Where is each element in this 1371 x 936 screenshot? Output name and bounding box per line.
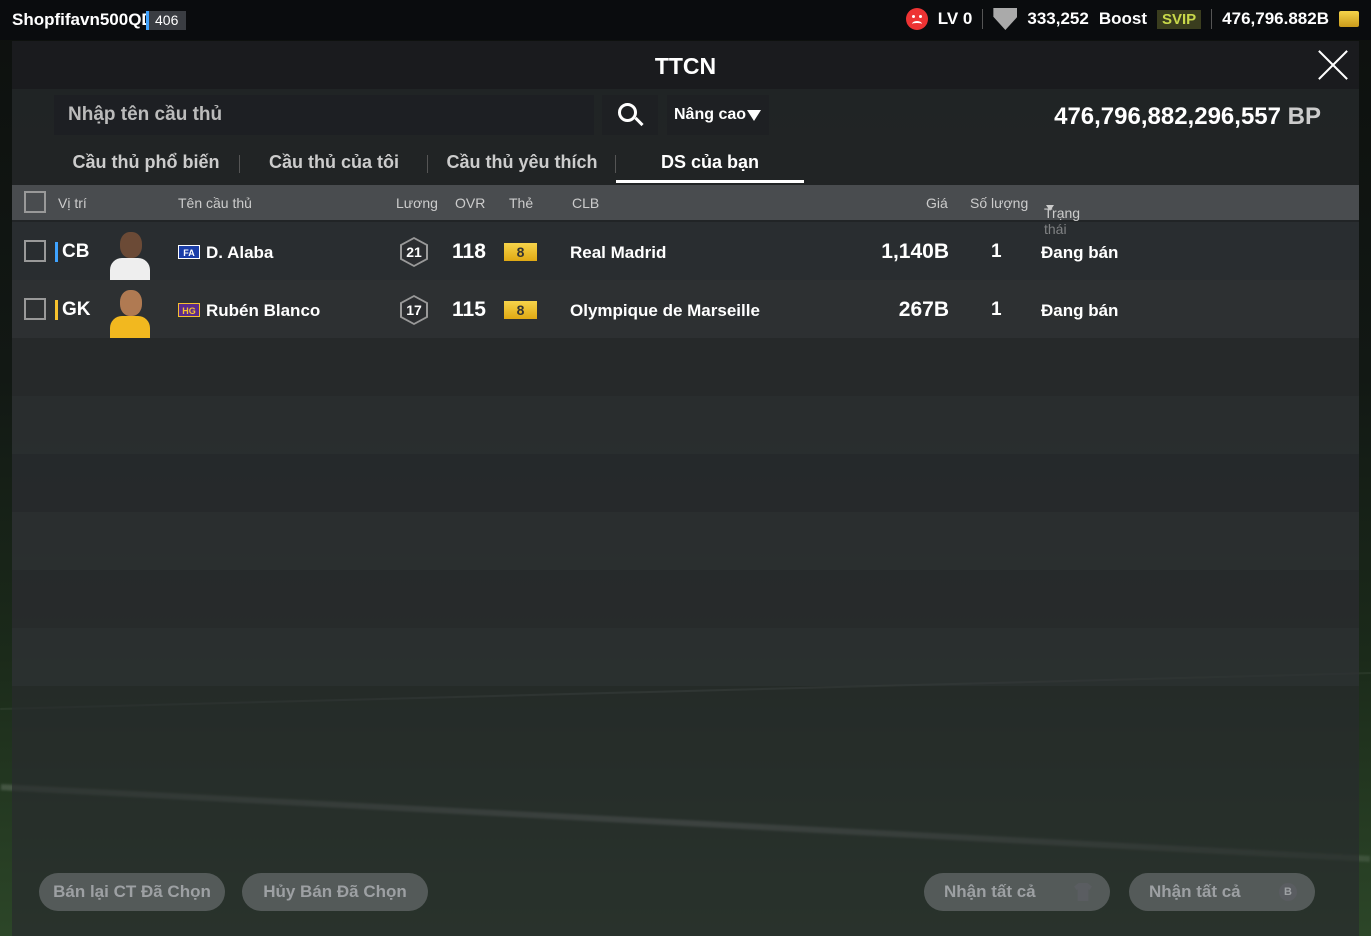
listing-status: Đang bán [1041,301,1119,320]
player-avatar [108,288,152,338]
user-level-badge: 406 [146,11,187,30]
row-checkbox[interactable] [24,240,46,262]
col-card[interactable]: Thẻ [509,195,533,211]
modal-title: TTCN [654,53,717,79]
player-club: Real Madrid [570,243,667,262]
coin-balance: 476,796.882B [1222,9,1329,28]
claim-all-items-button[interactable]: Nhận tất cả [924,873,1110,911]
empty-row [12,512,1359,570]
player-search-input[interactable] [54,95,594,135]
listing-status: Đang bán [1041,243,1119,262]
col-price[interactable]: Giá [926,195,948,211]
empty-row [12,338,1359,396]
player-ovr: 118 [452,240,486,263]
table-row[interactable]: GK HG Rubén Blanco 17 115 8 Olympique de… [12,280,1359,338]
avatar-head [120,290,142,316]
listing-quantity: 1 [991,241,1002,262]
username: Shopfifavn500QD [12,10,154,29]
col-salary[interactable]: Lương [396,195,438,211]
row-checkbox[interactable] [24,298,46,320]
tab-popular-players[interactable]: Cầu thủ phổ biến [52,147,240,183]
advanced-filter-label: Nâng cao [674,106,747,123]
empty-row [12,396,1359,454]
season-badge-icon: FA [178,245,200,259]
search-icon-handle [634,116,644,127]
salary-badge: 21 [400,237,428,267]
boost-label: Boost [1098,9,1147,28]
tab-label: Cầu thủ yêu thích [446,152,598,172]
lv-label: LV 0 [937,9,973,28]
svip-badge[interactable]: SVIP [1156,9,1202,29]
player-name: D. Alaba [206,243,274,262]
search-button[interactable] [602,95,658,135]
col-ovr[interactable]: OVR [455,195,485,211]
col-name[interactable]: Tên cầu thủ [178,195,252,211]
tab-my-listings[interactable]: DS của bạn [616,147,804,183]
bp-amount: 476,796,882,296,557 [1054,103,1281,130]
claim-all-bp-label: Nhận tất cả [1149,882,1241,901]
coin-icon[interactable] [1339,11,1359,27]
tab-label: Cầu thủ của tôi [269,152,399,172]
advanced-filter-dropdown[interactable]: Nâng cao [667,95,769,135]
tab-bar: Cầu thủ phổ biến Cầu thủ của tôi Cầu thủ… [52,147,804,183]
active-tab-indicator [616,180,804,183]
chevron-down-icon [747,110,761,121]
bp-balance: 476,796,882,296,557 BP [1054,103,1321,131]
listing-quantity: 1 [991,299,1002,320]
divider [1211,9,1213,29]
sad-face-icon [905,8,928,30]
sort-down-icon [1046,205,1054,211]
player-position: GK [55,300,91,320]
divider [982,9,984,29]
close-icon[interactable] [1317,49,1349,81]
player-name: Rubén Blanco [206,301,321,320]
listing-price: 1,140B [881,240,949,263]
modal-header: TTCN [12,41,1359,89]
col-quantity[interactable]: Số lượng [970,195,1028,211]
claim-all-bp-button[interactable]: Nhận tất cả [1129,873,1315,911]
listing-price: 267B [898,298,949,321]
transfer-market-modal: TTCN Nâng cao 476,796,882,296,557 BP Cầu… [12,41,1359,936]
shield-count: 333,252 [1027,9,1089,28]
table-header: Vị trí Tên cầu thủ Lương OVR Thẻ CLB Giá… [12,185,1359,237]
select-all-checkbox[interactable] [24,191,46,213]
cancel-selected-button[interactable]: Hủy Bán Đã Chọn [242,873,428,911]
tab-label: Cầu thủ phổ biến [72,152,220,172]
player-ovr: 115 [452,298,486,321]
top-status-area: LV 0 333,252 Boost SVIP 476,796.882B [905,8,1359,30]
empty-row [12,628,1359,686]
bp-coin-icon [1279,873,1297,911]
shirt-icon [1074,883,1092,901]
col-club[interactable]: CLB [572,195,599,211]
tab-my-players[interactable]: Cầu thủ của tôi [240,147,428,183]
resell-selected-button[interactable]: Bán lại CT Đã Chọn [39,873,225,911]
card-grade-badge: 8 [504,243,537,261]
player-position: CB [55,242,89,262]
claim-all-items-label: Nhận tất cả [944,882,1036,901]
top-bar: Shopfifavn500QD 406 LV 0 333,252 Boost S… [0,0,1371,40]
bp-unit: BP [1287,103,1321,130]
season-badge-icon: HG [178,303,200,317]
col-position[interactable]: Vị trí [58,195,87,211]
empty-row [12,570,1359,628]
salary-badge: 17 [400,295,428,325]
avatar-body [110,316,150,338]
empty-row [12,454,1359,512]
player-avatar [108,230,152,280]
avatar-head [120,232,142,258]
card-grade-badge: 8 [504,301,537,319]
avatar-body [110,258,150,280]
table-row[interactable]: CB FA D. Alaba 21 118 8 Real Madrid 1,14… [12,222,1359,280]
player-club: Olympique de Marseille [570,301,760,320]
tab-favorite-players[interactable]: Cầu thủ yêu thích [428,147,616,183]
tab-label: DS của bạn [660,152,760,172]
shield-icon [993,8,1018,30]
